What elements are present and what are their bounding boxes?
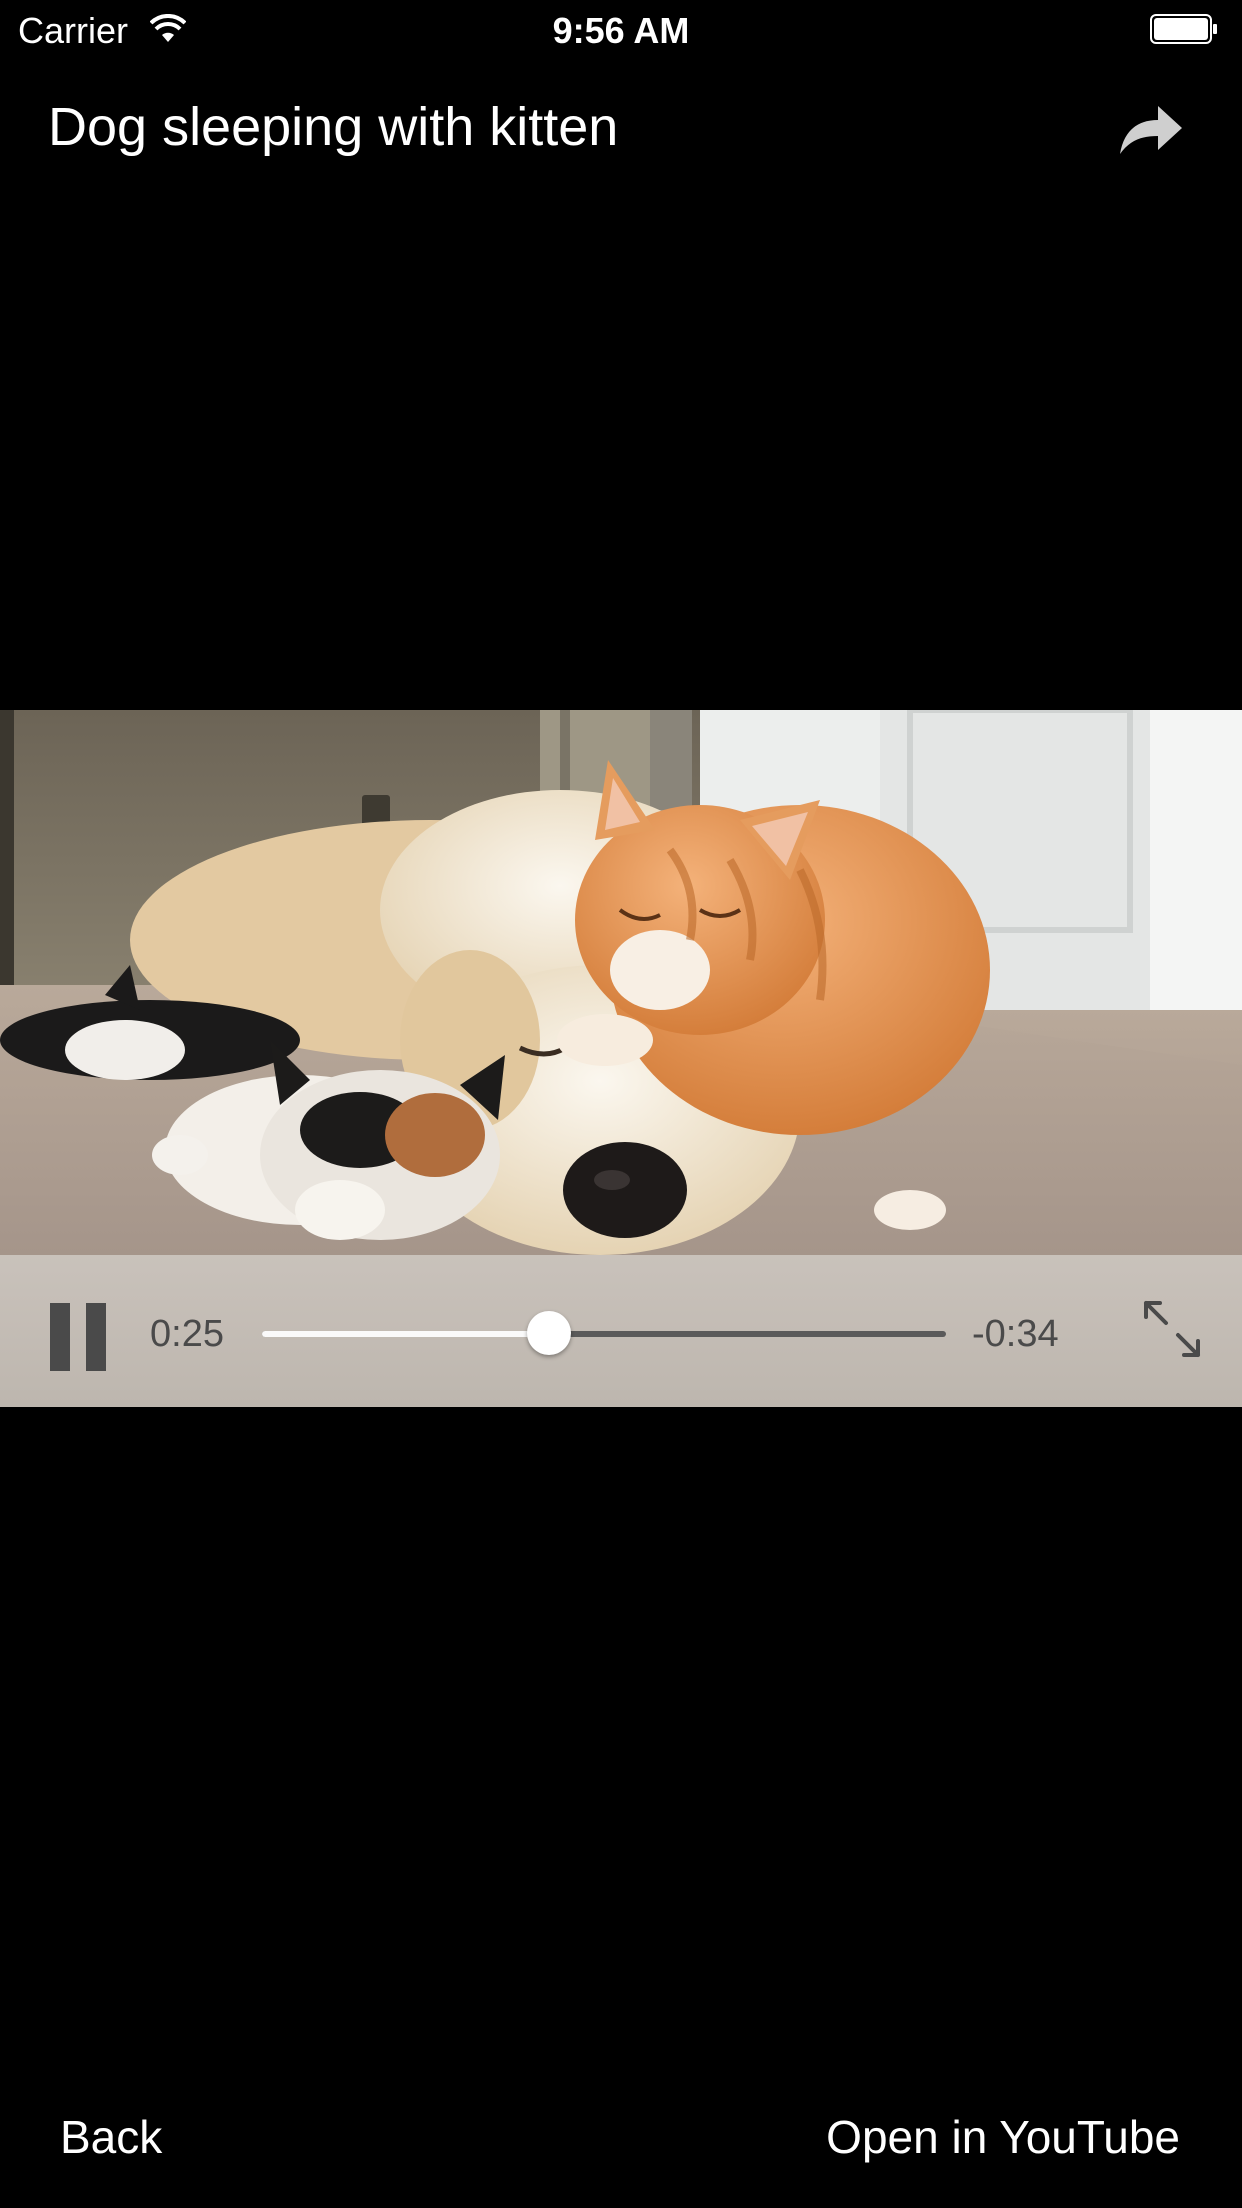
clock: 9:56 AM [552,10,690,51]
seek-bar-thumb[interactable] [527,1311,572,1355]
video-still-image [0,710,1242,1255]
video-frame[interactable] [0,710,1242,1255]
elapsed-time: 0:25 [150,1313,224,1355]
remaining-time: -0:34 [972,1313,1059,1355]
fullscreen-expand-icon[interactable] [1140,1297,1204,1361]
seek-bar-progress [262,1331,550,1337]
pause-icon[interactable] [50,1303,106,1371]
share-arrow-icon[interactable] [1116,100,1186,160]
status-bar: Carrier 9:56 AM [0,0,1242,60]
video-title: Dog sleeping with kitten [48,97,619,157]
back-button[interactable]: Back [60,2110,162,2164]
seek-bar[interactable] [262,1311,946,1355]
open-in-youtube-button[interactable]: Open in YouTube [826,2110,1180,2164]
battery-icon [1150,14,1217,44]
